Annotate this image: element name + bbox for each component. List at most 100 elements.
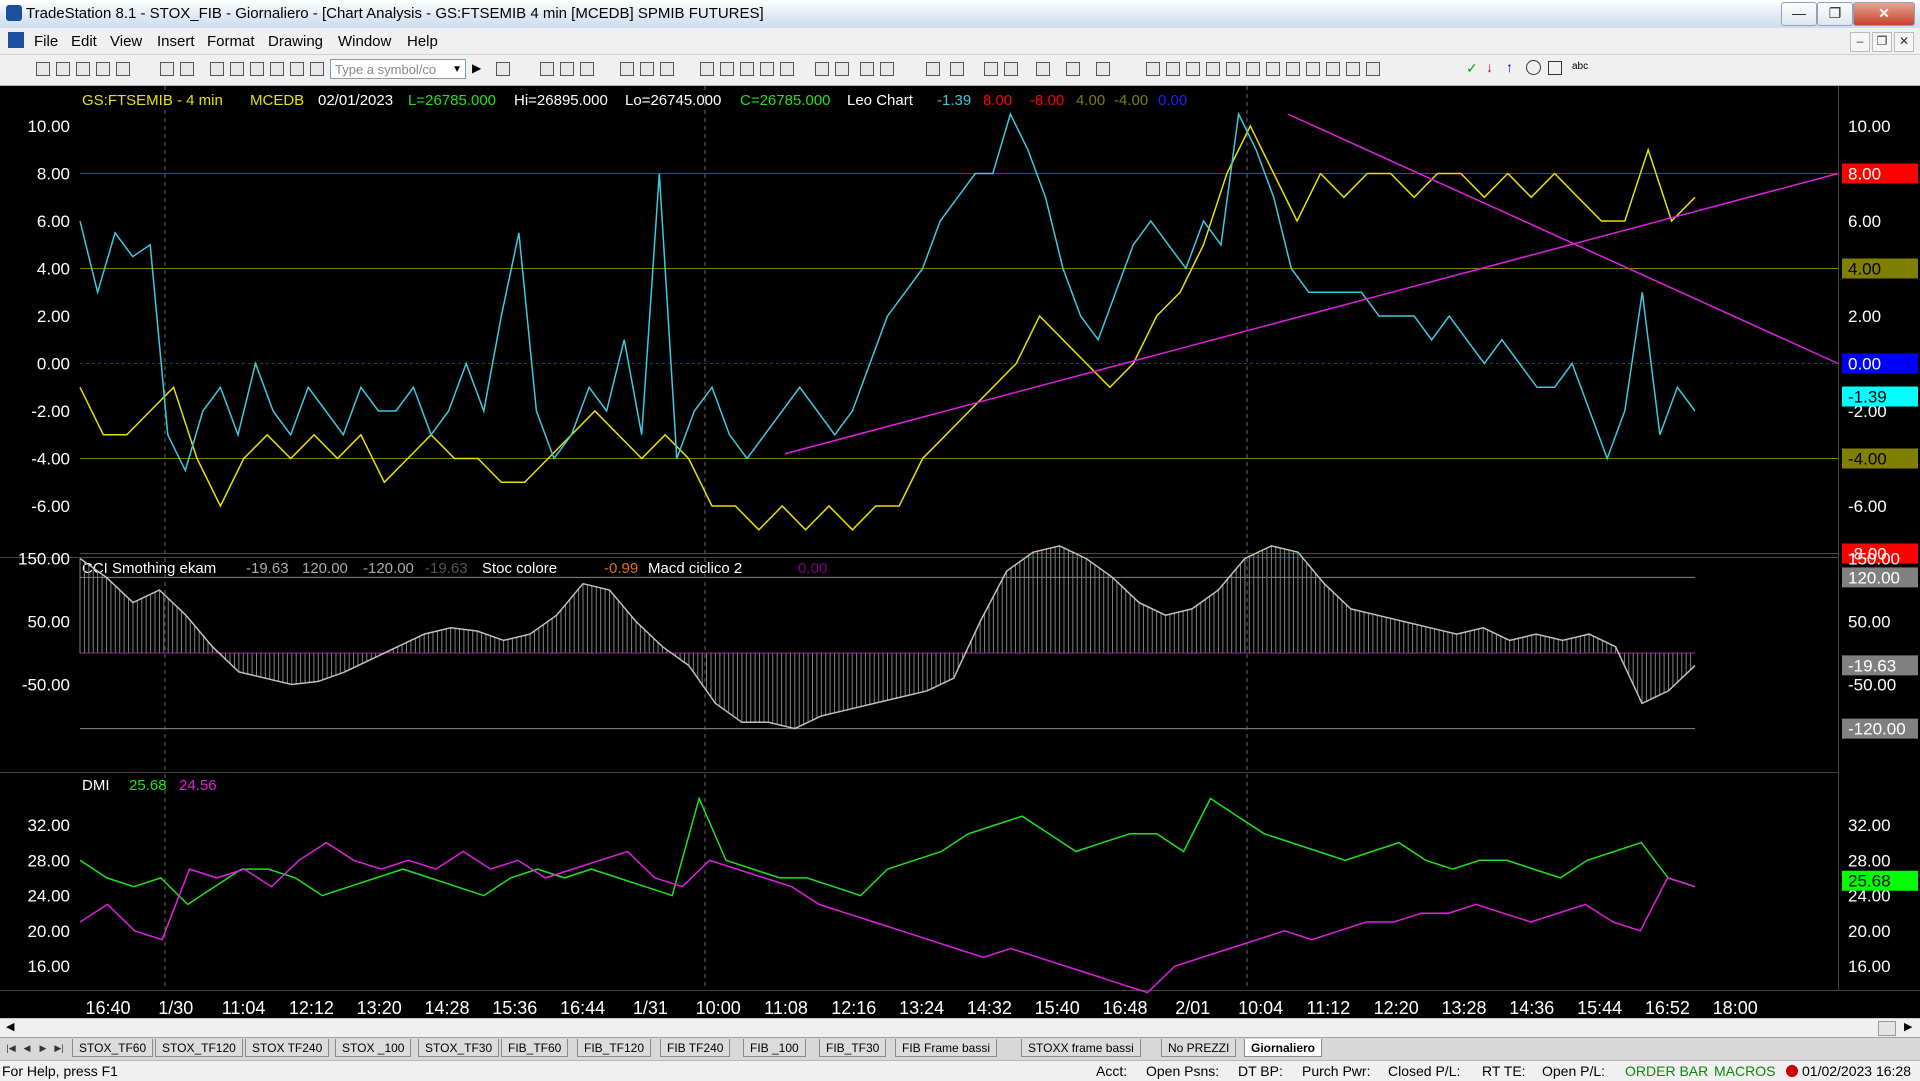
candle-icon[interactable] xyxy=(760,62,774,76)
tab-fib-tf60[interactable]: FIB_TF60 xyxy=(501,1039,569,1057)
zoom-out-icon[interactable] xyxy=(950,62,964,76)
chart-trading-icon[interactable] xyxy=(1004,62,1018,76)
refresh-icon[interactable] xyxy=(660,62,674,76)
hourglass-icon[interactable] xyxy=(700,62,714,76)
alert-icon[interactable] xyxy=(1066,62,1080,76)
data-window-icon[interactable] xyxy=(740,62,754,76)
scan-icon[interactable] xyxy=(720,62,734,76)
print-preview-icon[interactable] xyxy=(180,62,194,76)
tab-stox-tf240[interactable]: STOX TF240 xyxy=(245,1039,330,1057)
scroll-right-arrow-icon[interactable]: ▶ xyxy=(1904,1020,1912,1033)
data-icon[interactable] xyxy=(290,62,304,76)
regression-icon[interactable] xyxy=(1306,62,1320,76)
menu-edit[interactable]: Edit xyxy=(71,33,97,50)
tab-fib-100[interactable]: FIB _100 xyxy=(743,1039,806,1057)
rectangle-icon[interactable] xyxy=(1548,61,1562,75)
lock-icon[interactable] xyxy=(250,62,264,76)
format-icon[interactable] xyxy=(560,62,574,76)
window-icon[interactable] xyxy=(210,62,224,76)
mdi-close-button[interactable]: ✕ xyxy=(1894,32,1914,52)
circle-icon[interactable] xyxy=(1526,60,1541,75)
mdi-restore-button[interactable]: ❐ xyxy=(1872,32,1892,52)
close-button[interactable]: ✕ xyxy=(1853,2,1915,26)
tile-icon[interactable] xyxy=(230,62,244,76)
chevron-down-icon[interactable]: ▼ xyxy=(452,60,462,80)
save-icon[interactable] xyxy=(76,62,90,76)
tab-fib-frame-bassi[interactable]: FIB Frame bassi xyxy=(895,1039,998,1057)
zoom-in-icon[interactable] xyxy=(926,62,940,76)
trendline-up[interactable] xyxy=(784,172,1839,455)
tab-giornaliero[interactable]: Giornaliero xyxy=(1244,1039,1323,1057)
tab-stox-tf60[interactable]: STOX_TF60 xyxy=(72,1039,154,1057)
tab-prev-icon[interactable]: ◀ xyxy=(20,1041,34,1055)
tools-icon[interactable] xyxy=(1036,62,1050,76)
pen-icon[interactable] xyxy=(1366,62,1380,76)
trendline-icon[interactable] xyxy=(1146,62,1160,76)
indicator-icon[interactable] xyxy=(580,62,594,76)
menu-insert[interactable]: Insert xyxy=(157,33,195,50)
horizontal-scrollbar[interactable]: ◀ ▶ xyxy=(0,1018,1920,1037)
status-macros[interactable]: MACROS xyxy=(1714,1063,1775,1079)
new-icon[interactable] xyxy=(36,62,50,76)
symbol-input[interactable]: Type a symbol/co ▼ xyxy=(330,59,466,79)
print-icon[interactable] xyxy=(160,62,174,76)
menu-view[interactable]: View xyxy=(110,33,142,50)
tab-stox-tf120[interactable]: STOX_TF120 xyxy=(155,1039,243,1057)
signal-icon[interactable] xyxy=(640,62,654,76)
fib-icon[interactable] xyxy=(1206,62,1220,76)
chart-canvas[interactable]: GS:FTSEMIB - 4 min MCEDB 02/01/2023 L=26… xyxy=(0,86,1920,1024)
arrow-up-icon[interactable]: ↑ xyxy=(1506,59,1513,75)
minimize-button[interactable]: — xyxy=(1781,2,1817,26)
menu-file[interactable]: File xyxy=(34,33,58,50)
folder-icon[interactable] xyxy=(116,62,130,76)
scroll-left-arrow-icon[interactable]: ◀ xyxy=(6,1020,14,1033)
compress-icon[interactable] xyxy=(860,62,874,76)
channel-icon[interactable] xyxy=(1226,62,1240,76)
scroll-left-icon[interactable] xyxy=(815,62,829,76)
tab-next-icon[interactable]: ▶ xyxy=(36,1041,50,1055)
chart-icon[interactable] xyxy=(310,62,324,76)
disabled-icon[interactable] xyxy=(1096,62,1110,76)
menu-help[interactable]: Help xyxy=(407,33,438,50)
vline-icon[interactable] xyxy=(1186,62,1200,76)
menu-format[interactable]: Format xyxy=(207,33,255,50)
arc-icon[interactable] xyxy=(1326,62,1340,76)
link-icon[interactable] xyxy=(270,62,284,76)
strategy-icon[interactable] xyxy=(620,62,634,76)
tab-fib-tf240[interactable]: FIB TF240 xyxy=(660,1039,731,1057)
tab-last-icon[interactable]: ▶| xyxy=(52,1041,66,1055)
mdi-minimize-button[interactable]: – xyxy=(1850,32,1870,52)
tab-no-prezzi[interactable]: No PREZZI xyxy=(1161,1039,1237,1057)
check-icon[interactable]: ✓ xyxy=(1466,60,1478,77)
pointer-icon[interactable] xyxy=(984,62,998,76)
text-icon[interactable]: abc xyxy=(1572,61,1588,72)
andrews-icon[interactable] xyxy=(1246,62,1260,76)
pane-divider-1[interactable] xyxy=(0,557,1838,558)
status-order-bar[interactable]: ORDER BAR xyxy=(1625,1063,1708,1079)
tab-stoxx-frame-bassi[interactable]: STOXX frame bassi xyxy=(1021,1039,1141,1057)
tab-fib-tf120[interactable]: FIB_TF120 xyxy=(577,1039,652,1057)
menu-window[interactable]: Window xyxy=(338,33,391,50)
workspace-icon[interactable] xyxy=(96,62,110,76)
tab-fib-tf30[interactable]: FIB_TF30 xyxy=(819,1039,887,1057)
search-icon[interactable] xyxy=(496,62,510,76)
mdi-doc-icon[interactable] xyxy=(8,32,24,48)
ellipse-icon[interactable] xyxy=(1346,62,1360,76)
speed-icon[interactable] xyxy=(1286,62,1300,76)
open-icon[interactable] xyxy=(56,62,70,76)
maximize-button[interactable]: ❐ xyxy=(1817,2,1853,26)
scroll-thumb[interactable] xyxy=(1878,1021,1896,1036)
trendline-down[interactable] xyxy=(1287,113,1839,365)
chart-analysis-window[interactable]: GS:FTSEMIB - 4 min MCEDB 02/01/2023 L=26… xyxy=(0,86,1920,1024)
go-arrow-icon[interactable]: ▶ xyxy=(472,61,481,75)
bar-icon[interactable] xyxy=(780,62,794,76)
scroll-right-icon[interactable] xyxy=(835,62,849,76)
hline-icon[interactable] xyxy=(1166,62,1180,76)
tab-stox-100[interactable]: STOX _100 xyxy=(335,1039,412,1057)
expand-icon[interactable] xyxy=(880,62,894,76)
bar-type-icon[interactable] xyxy=(540,62,554,76)
pane-divider-2[interactable] xyxy=(0,772,1838,773)
gann-icon[interactable] xyxy=(1266,62,1280,76)
tab-first-icon[interactable]: |◀ xyxy=(4,1041,18,1055)
arrow-down-icon[interactable]: ↓ xyxy=(1486,59,1493,75)
